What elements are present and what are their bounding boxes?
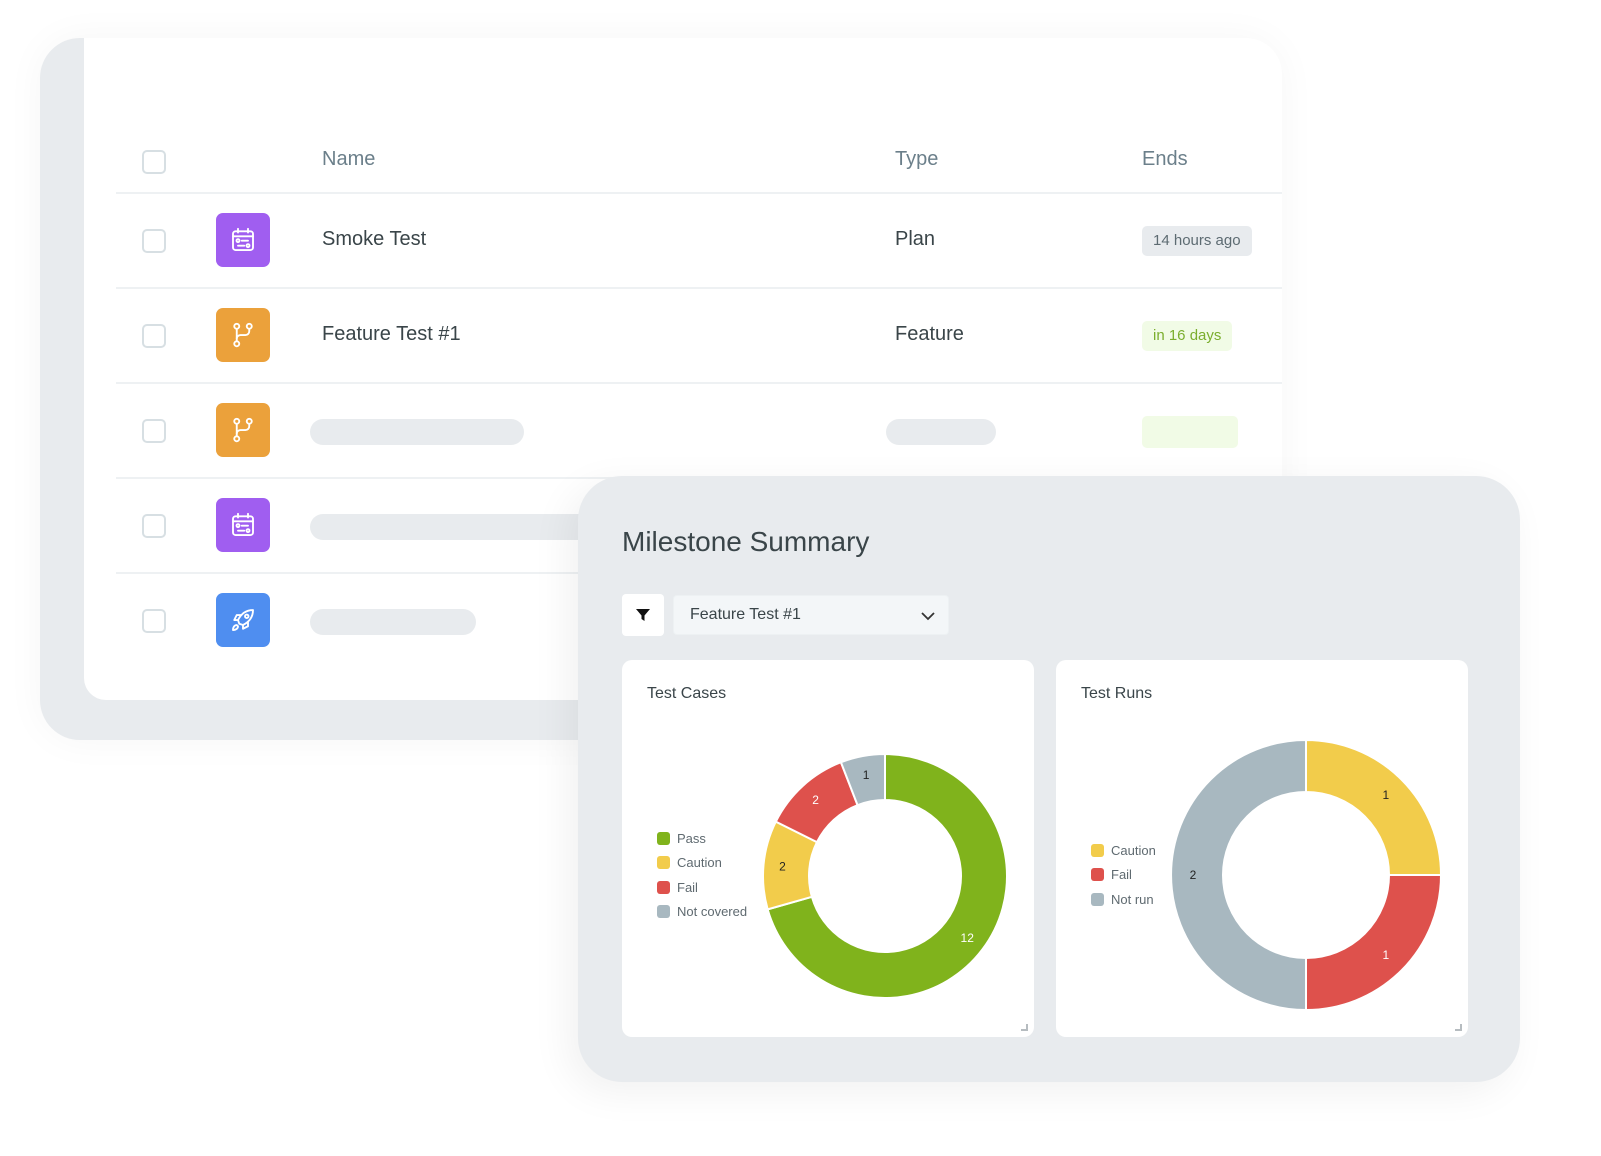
test-cases-chart-card: Test Cases Pass Caution Fail Not covered 12… — [622, 660, 1034, 1037]
test-cases-donut: 12 2 2 1 — [762, 752, 1008, 999]
rocket-icon — [216, 593, 270, 647]
column-header-name[interactable]: Name — [322, 148, 375, 171]
filter-button[interactable] — [622, 594, 664, 636]
slice-value-label: 2 — [812, 793, 819, 807]
resize-handle[interactable] — [1021, 1024, 1028, 1031]
slice-value-label: 12 — [961, 931, 975, 945]
filter-icon — [636, 609, 650, 621]
row-checkbox[interactable] — [142, 324, 166, 348]
column-header-type[interactable]: Type — [895, 148, 938, 171]
slice-value-label: 1 — [863, 768, 870, 782]
name-skeleton — [310, 514, 610, 540]
test-runs-donut: 1 1 2 — [1170, 738, 1443, 1012]
name-skeleton — [310, 609, 476, 635]
table-row[interactable]: Smoke Test Plan 14 hours ago — [116, 194, 1282, 289]
select-all-checkbox[interactable] — [142, 150, 166, 174]
milestone-summary-card: Milestone Summary Feature Test #1 Test C… — [578, 476, 1520, 1082]
row-type: Plan — [895, 228, 936, 250]
ends-badge: 14 hours ago — [1142, 226, 1252, 256]
calendar-plan-icon — [216, 213, 270, 267]
row-checkbox[interactable] — [142, 419, 166, 443]
row-checkbox[interactable] — [142, 609, 166, 633]
calendar-plan-icon — [216, 498, 270, 552]
chevron-down-icon — [921, 612, 935, 621]
ends-badge: in 16 days — [1142, 321, 1233, 351]
table-row-placeholder — [116, 384, 1282, 479]
list-header: Name Type Ends — [116, 136, 1282, 194]
row-name[interactable]: Smoke Test — [322, 228, 426, 251]
summary-title: Milestone Summary — [622, 526, 870, 557]
row-name[interactable]: Feature Test #1 — [322, 323, 461, 346]
slice-value-label: 1 — [1383, 948, 1390, 962]
milestone-select-value: Feature Test #1 — [690, 606, 801, 623]
resize-handle[interactable] — [1455, 1024, 1462, 1031]
row-checkbox[interactable] — [142, 514, 166, 538]
table-row[interactable]: Feature Test #1 Feature in 16 days — [116, 289, 1282, 384]
test-runs-chart-card: Test Runs Caution Fail Not run 112 — [1056, 660, 1468, 1037]
type-skeleton — [886, 419, 996, 445]
donut-slice-caution[interactable] — [1305, 738, 1443, 876]
milestone-select[interactable]: Feature Test #1 — [673, 595, 949, 635]
slice-value-label: 1 — [1383, 788, 1390, 802]
slice-value-label: 2 — [1190, 868, 1197, 882]
row-checkbox[interactable] — [142, 229, 166, 253]
column-header-ends[interactable]: Ends — [1142, 148, 1188, 171]
name-skeleton — [310, 419, 524, 445]
git-branch-icon — [216, 403, 270, 457]
row-type: Feature — [895, 323, 964, 345]
slice-value-label: 2 — [779, 859, 786, 873]
donut-slice-fail[interactable] — [1305, 874, 1443, 1012]
ends-skeleton — [1142, 416, 1238, 448]
git-branch-icon — [216, 308, 270, 362]
